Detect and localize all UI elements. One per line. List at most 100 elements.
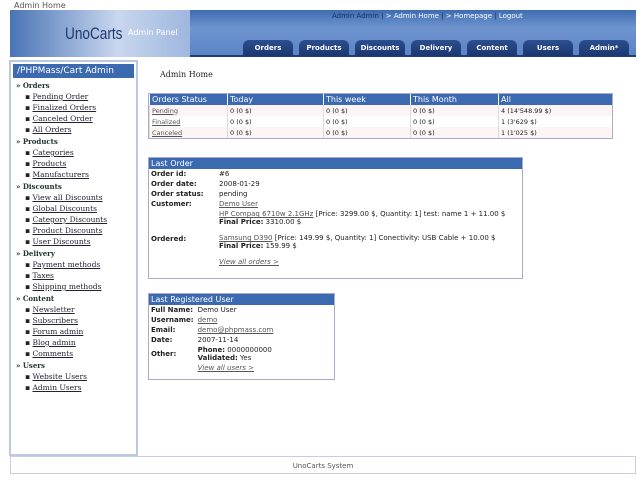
sidebar-link[interactable]: Taxes — [32, 271, 53, 280]
order-status: pending — [219, 190, 248, 198]
final-price-label: Final Price: — [219, 242, 264, 250]
sidebar-group: » Users — [16, 361, 45, 370]
header: UnoCarts Admin Panel Admin Admin | > Admi… — [10, 10, 636, 57]
top-links: Admin Admin | > Admin Home | > Homepage … — [332, 12, 523, 20]
status-cell: Canceled — [149, 127, 228, 138]
label: Other: — [151, 350, 177, 358]
panel-title: Last Order — [149, 158, 522, 169]
sidebar-item: ▪ Comments — [25, 349, 74, 358]
sidebar-link[interactable]: Blog admin — [32, 338, 75, 347]
admin-home-link[interactable]: > Admin Home — [386, 12, 439, 20]
email-link[interactable]: demo@phpmass.com — [198, 326, 274, 334]
col-header: Today — [227, 94, 324, 105]
sidebar-item: ▪ Finalized Orders — [25, 103, 97, 112]
tab-users[interactable]: Users — [523, 40, 573, 56]
page-title: Admin Home — [160, 70, 213, 79]
sidebar-item: ▪ Canceled Order — [25, 114, 93, 123]
sidebar-item: ▪ Product Discounts — [25, 226, 103, 235]
tab-products[interactable]: Products — [299, 40, 349, 56]
label: Order status: — [151, 190, 204, 198]
sidebar-link[interactable]: Newsletter — [32, 305, 74, 314]
sidebar-link[interactable]: Categories — [32, 148, 73, 157]
status-cell: Finalized — [149, 116, 228, 127]
product-link[interactable]: HP Compaq 6710w 2.1GHz — [219, 210, 313, 218]
sidebar-title: /PHPMass/Cart Admin — [13, 64, 134, 78]
sidebar-group: » Orders — [16, 81, 50, 90]
count-cell: 0 (0 $) — [227, 127, 324, 138]
last-user-panel: Last Registered User Full Name: Demo User… — [148, 293, 335, 380]
status-cell: Pending — [149, 105, 228, 116]
sidebar-link[interactable]: Pending Order — [32, 92, 88, 101]
status-link[interactable]: Pending — [152, 107, 178, 115]
product-link[interactable]: Samsung D390 — [219, 234, 273, 242]
tab-admin[interactable]: Admin* — [579, 40, 629, 56]
sidebar-link[interactable]: Subscribers — [32, 316, 77, 325]
sidebar-link[interactable]: Product Discounts — [32, 226, 102, 235]
sidebar-link[interactable]: Finalized Orders — [32, 103, 96, 112]
sidebar-item: ▪ Global Discounts — [25, 204, 97, 213]
status-link[interactable]: Canceled — [152, 129, 182, 137]
tab-content[interactable]: Content — [467, 40, 517, 56]
col-header: This Month — [410, 94, 499, 105]
final-price-label: Final Price: — [219, 218, 264, 226]
sidebar-link[interactable]: Payment methods — [32, 260, 100, 269]
sidebar-link[interactable]: Global Discounts — [32, 204, 96, 213]
label: Customer: — [151, 200, 192, 208]
order-id: #6 — [219, 170, 230, 178]
sidebar-link[interactable]: Website Users — [32, 372, 86, 381]
label: Ordered: — [151, 235, 187, 243]
status-link[interactable]: Finalized — [152, 118, 180, 126]
validated: Yes — [237, 354, 252, 362]
label: Order date: — [151, 180, 197, 188]
validated-label: Validated: — [197, 354, 238, 362]
sidebar-item: ▪ Subscribers — [25, 316, 78, 325]
current-user: Admin Admin — [332, 12, 379, 20]
phone-label: Phone: — [197, 346, 226, 354]
homepage-link[interactable]: > Homepage — [446, 12, 492, 20]
sidebar-group: » Products — [16, 137, 58, 146]
logout-link[interactable]: Logout — [499, 12, 523, 20]
final-price: 3310.00 $ — [263, 218, 302, 226]
phone: 0000000000 — [225, 346, 272, 354]
sidebar-link[interactable]: Forum admin — [32, 327, 83, 336]
tab-delivery[interactable]: Delivery — [411, 40, 461, 56]
sidebar-item: ▪ Blog admin — [25, 338, 76, 347]
count-cell: 0 (0 $) — [323, 127, 411, 138]
view-all-orders-link[interactable]: View all orders > — [219, 258, 279, 266]
view-all-users-link[interactable]: View all users > — [198, 364, 254, 372]
label: Username: — [151, 316, 194, 324]
sidebar-link[interactable]: Category Discounts — [32, 215, 107, 224]
item-details: [Price: 149.99 $, Quantity: 1] Conectivi… — [272, 234, 496, 242]
sidebar-group: » Content — [16, 294, 55, 303]
final-price: 159.99 $ — [263, 242, 297, 250]
sidebar-link[interactable]: User Discounts — [32, 237, 90, 246]
sidebar-link[interactable]: Canceled Order — [32, 114, 92, 123]
sidebar-link[interactable]: View all Discounts — [32, 193, 102, 202]
table-row: Finalized 0 (0 $) 0 (0 $) 0 (0 $) 1 (3'629 $… — [149, 116, 612, 127]
sidebar-link[interactable]: All Orders — [32, 125, 71, 134]
username-link[interactable]: demo — [198, 316, 218, 324]
count-cell: 4 (14'548.99 $) — [498, 105, 612, 116]
tab-orders[interactable]: Orders — [243, 40, 293, 56]
sidebar: /PHPMass/Cart Admin » Orders ▪ Pending Or… — [9, 60, 138, 456]
register-date: 2007-11-14 — [197, 336, 239, 344]
sidebar-item: ▪ Forum admin — [25, 327, 84, 336]
tab-discounts[interactable]: Discounts — [355, 40, 405, 56]
logo-subtitle: Admin Panel — [128, 28, 178, 37]
count-cell: 0 (0 $) — [227, 116, 324, 127]
sidebar-link[interactable]: Comments — [32, 349, 73, 358]
sidebar-link[interactable]: Products — [32, 159, 66, 168]
label: Order id: — [151, 170, 187, 178]
sidebar-link[interactable]: Admin Users — [32, 383, 81, 392]
table-row: Canceled 0 (0 $) 0 (0 $) 0 (0 $) 1 (1'025 $) — [149, 127, 612, 138]
sidebar-item: ▪ Admin Users — [25, 383, 82, 392]
sidebar-item: ▪ User Discounts — [25, 237, 91, 246]
last-order-panel: Last Order Order id: #6 Order date: 2008-0… — [148, 157, 523, 279]
customer-link[interactable]: Demo User — [219, 200, 258, 208]
sidebar-item: ▪ Pending Order — [25, 92, 89, 101]
label: Date: — [151, 336, 173, 344]
col-header: This week — [323, 94, 411, 105]
logo-text: UnoCarts — [65, 24, 123, 43]
sidebar-link[interactable]: Shipping methods — [32, 282, 101, 291]
sidebar-link[interactable]: Manufacturers — [32, 170, 89, 179]
